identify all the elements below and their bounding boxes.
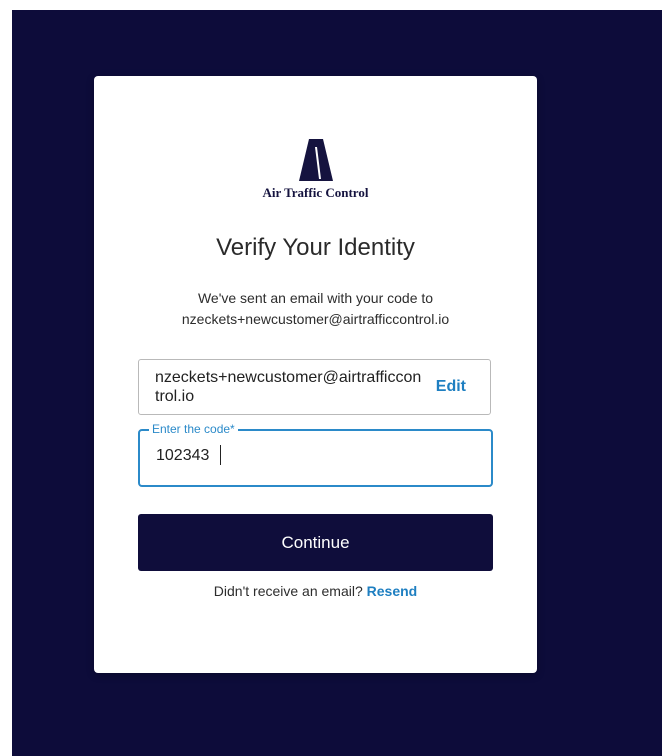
email-value: nzeckets+newcustomer@airtrafficcontrol.i… xyxy=(155,369,422,405)
continue-button[interactable]: Continue xyxy=(138,514,493,571)
edit-email-link[interactable]: Edit xyxy=(436,378,466,396)
verify-card: Air Traffic Control Verify Your Identity… xyxy=(94,76,537,673)
subtitle-line-1: We've sent an email with your code to xyxy=(197,290,434,306)
page-title: Verify Your Identity xyxy=(216,234,415,261)
brand-logo: Air Traffic Control xyxy=(94,139,537,201)
resend-link[interactable]: Resend xyxy=(367,583,418,599)
code-field-label: Enter the code* xyxy=(149,422,238,436)
brand-name: Air Traffic Control xyxy=(262,185,369,200)
air-traffic-control-logo-icon xyxy=(298,139,333,181)
code-field[interactable]: Enter the code* xyxy=(138,422,493,487)
text-caret xyxy=(220,445,221,465)
email-display-box: nzeckets+newcustomer@airtrafficcontrol.i… xyxy=(138,359,491,415)
subtitle-line-2: nzeckets+newcustomer@airtrafficcontrol.i… xyxy=(181,311,450,327)
page-subtitle: We've sent an email with your code to nz… xyxy=(94,288,537,330)
resend-line: Didn't receive an email? Resend xyxy=(94,583,537,599)
resend-prompt: Didn't receive an email? xyxy=(213,583,363,599)
code-input[interactable] xyxy=(156,447,466,465)
